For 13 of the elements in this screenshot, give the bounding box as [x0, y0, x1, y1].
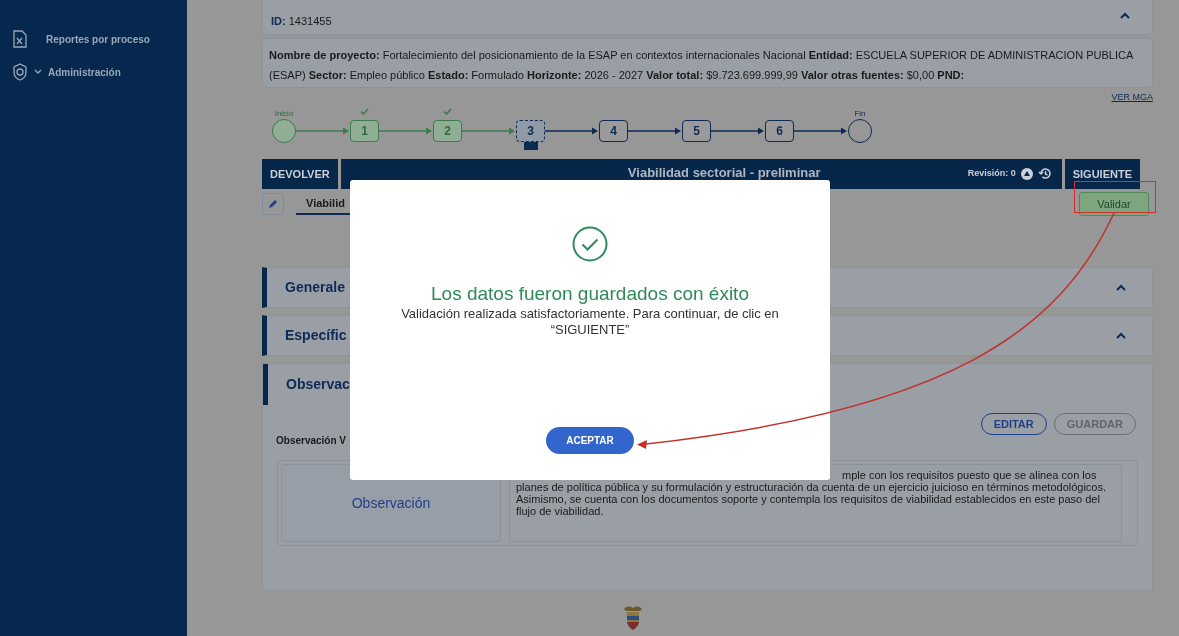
- project-card: Nombre de proyecto: Fortalecimiento del posicionamiento de la ESAP en contextos internacionales Nacional Entidad: ESCUELA SUPERIOR DE ADMINISTRACION PUBLICA (ESAP) Sector: Empleo público Estado: Formulado Horizonte: 2026 - 2027 Valor total: $9.723.699.999,99 Valor otras fuentes: $0,00 PND:: [262, 38, 1153, 88]
- modal-title: Los datos fueron guardados con éxito: [431, 282, 749, 306]
- field-label: Observación V: [276, 434, 347, 448]
- modal-message: Validación realizada satisfactoriamente. Para continuar, de clic en “SIGUIENTE”: [400, 306, 780, 338]
- revision-label: Revisión: 0: [967, 167, 1016, 180]
- observation-heading: Observación: [351, 493, 431, 513]
- section-title: Generale: [285, 278, 345, 297]
- end-label: Fin: [854, 109, 866, 119]
- section-title: Específic: [285, 326, 347, 345]
- start-label: Inicio: [274, 109, 294, 119]
- section-title: Observac: [286, 375, 350, 394]
- process-id: ID: 1431455: [271, 13, 332, 29]
- stage-title: Viabilidad sectorial - preliminar: [627, 164, 821, 182]
